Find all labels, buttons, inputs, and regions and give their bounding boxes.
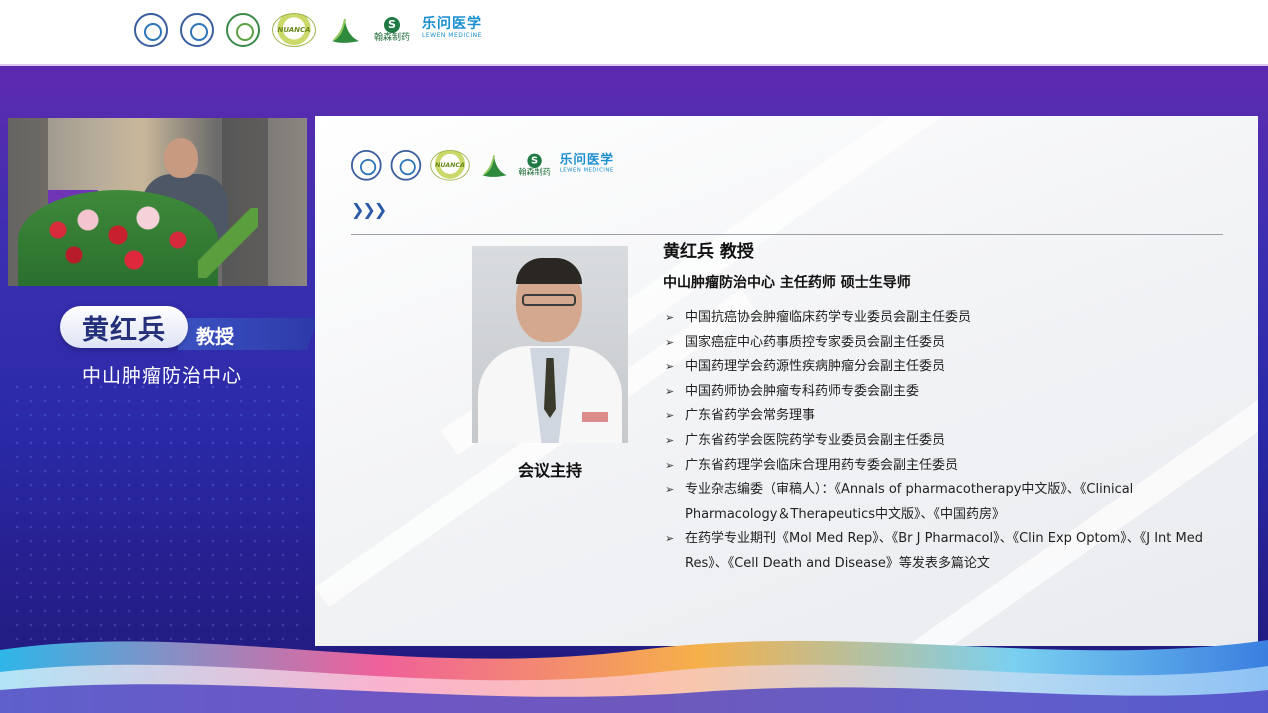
profile-position: 中山肿瘤防治中心 主任药师 硕士生导师 [663, 275, 911, 291]
list-item: 中国药师协会肿瘤专科药师专委会副主委 [663, 380, 1223, 405]
meeting-stage: NUANCA S 翰森制药 乐问医学 LEWEN MEDICINE 黄红兵 教授… [0, 0, 1268, 713]
palm-leaf [198, 208, 258, 278]
dot-pattern [10, 380, 310, 640]
lewen-medicine-logo: 乐问医学 LEWEN MEDICINE [422, 16, 483, 42]
s-mark-icon: S [527, 153, 542, 168]
lewen-medicine-logo: 乐问医学 LEWEN MEDICINE [559, 152, 614, 177]
hansen-label: 翰森制药 [518, 168, 551, 177]
list-item: 在药学专业期刊《Mol Med Rep》、《Br J Pharmacol》、《C… [663, 527, 1223, 576]
list-item: 广东省药理学会临床合理用药专委会副主任委员 [663, 454, 1223, 479]
s-mark-icon: S [384, 17, 400, 33]
list-item: 广东省药学会医院药学专业委员会副主任委员 [663, 429, 1223, 454]
lewen-cn: 乐问医学 [422, 16, 483, 32]
university-seal-logo [351, 150, 382, 181]
university-seal-logo [134, 13, 168, 47]
profile-info: 黄红兵 教授 中山肿瘤防治中心 主任药师 硕士生导师 中国抗癌协会肿瘤临床药学专… [663, 242, 1223, 577]
hansen-pharma-logo: S 翰森制药 [374, 17, 410, 43]
leaf-logo [482, 155, 507, 177]
pharmacy-association-logo [226, 13, 260, 47]
list-item: 广东省药学会常务理事 [663, 404, 1223, 429]
photo-caption: 会议主持 [517, 461, 582, 480]
speaker-video-feed [8, 118, 307, 286]
speaker-portrait [472, 246, 628, 443]
list-item: 中国药理学会药源性疾病肿瘤分会副主任委员 [663, 355, 1223, 380]
profile-name: 黄红兵 教授 [663, 242, 754, 262]
sponsor-logo-bar: NUANCA S 翰森制药 乐问医学 LEWEN MEDICINE [0, 0, 1268, 66]
list-item: 中国抗癌协会肿瘤临床药学专业委员会副主任委员 [663, 306, 1223, 331]
lewen-cn: 乐问医学 [559, 152, 614, 168]
hansen-pharma-logo: S 翰森制药 [518, 153, 551, 177]
hansen-label: 翰森制药 [374, 33, 411, 43]
nuanca-logo: NUANCA [272, 13, 316, 47]
decorative-wave [0, 640, 1268, 713]
list-item: 国家癌症中心药事质控专家委员会副主任委员 [663, 331, 1223, 356]
speaker-nameplate: 黄红兵 教授 [60, 306, 318, 350]
sponsor-logos: NUANCA S 翰森制药 乐问医学 LEWEN MEDICINE [134, 13, 482, 47]
chevron-right-icon: ❯❯❯ [351, 200, 387, 219]
list-item: 专业杂志编委（审稿人）：《Annals of pharmacotherapy中文… [663, 478, 1223, 527]
hospital-association-logo [390, 150, 422, 181]
hospital-association-logo [180, 13, 214, 47]
lewen-en: LEWEN MEDICINE [422, 32, 482, 39]
flower-arrangement [18, 190, 218, 286]
leaf-logo [332, 18, 359, 43]
divider [351, 234, 1223, 235]
nuanca-logo: NUANCA [430, 150, 470, 181]
credentials-list: 中国抗癌协会肿瘤临床药学专业委员会副主任委员 国家癌症中心药事质控专家委员会副主… [663, 306, 1223, 577]
speaker-title: 教授 [196, 326, 235, 348]
lewen-en: LEWEN MEDICINE [559, 167, 614, 174]
speaker-name: 黄红兵 [60, 306, 188, 348]
presentation-slide: NUANCA S 翰森制药 乐问医学 LEWEN MEDICINE ❯❯❯ 会议… [315, 116, 1258, 646]
slide-sponsor-logos: NUANCA S 翰森制药 乐问医学 LEWEN MEDICINE [351, 150, 614, 181]
